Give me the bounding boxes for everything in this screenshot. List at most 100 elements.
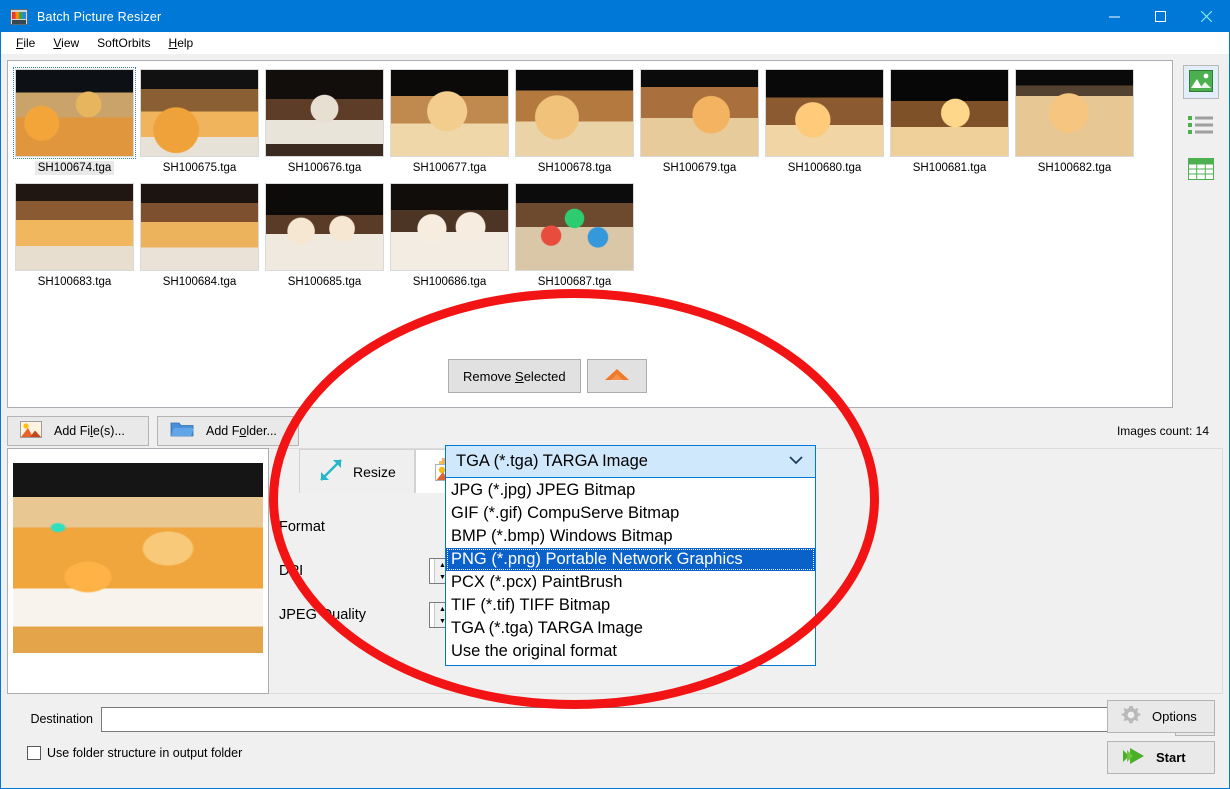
format-option[interactable]: Use the original format bbox=[446, 640, 815, 663]
thumbnail-image bbox=[640, 69, 759, 157]
remove-selected-label: Remove Selected bbox=[463, 369, 566, 384]
thumbnail-image bbox=[390, 183, 509, 271]
start-arrow-icon bbox=[1120, 746, 1146, 769]
tab-resize-label: Resize bbox=[353, 464, 396, 480]
chevron-down-icon[interactable] bbox=[787, 452, 805, 471]
thumbnail-image bbox=[15, 183, 134, 271]
format-combobox-field[interactable]: TGA (*.tga) TARGA Image bbox=[445, 445, 816, 478]
thumbnail-image bbox=[515, 69, 634, 157]
rotate-list-button[interactable] bbox=[587, 359, 647, 393]
thumbnail-filename: SH100686.tga bbox=[410, 275, 490, 289]
use-folder-structure-row[interactable]: Use folder structure in output folder bbox=[27, 746, 1215, 760]
resize-icon bbox=[318, 457, 344, 486]
menu-view[interactable]: View bbox=[44, 34, 88, 52]
close-button[interactable] bbox=[1183, 1, 1229, 32]
options-label: Options bbox=[1152, 709, 1197, 724]
client-area: SH100674.tga SH100675.tga SH100676.tga SH10… bbox=[1, 54, 1229, 788]
thumbnail-view-icon bbox=[1189, 70, 1213, 95]
add-folder-label: Add Folder... bbox=[206, 424, 277, 438]
thumbnail-filename: SH100682.tga bbox=[1035, 161, 1115, 175]
thumbnail-filename: SH100684.tga bbox=[160, 275, 240, 289]
thumbnail-image bbox=[140, 69, 259, 157]
thumbnail-item[interactable]: SH100678.tga bbox=[512, 69, 637, 175]
thumbnail-filename: SH100675.tga bbox=[160, 161, 240, 175]
add-folder-button[interactable]: Add Folder... bbox=[157, 416, 299, 446]
format-option[interactable]: BMP (*.bmp) Windows Bitmap bbox=[446, 525, 815, 548]
format-option[interactable]: PCX (*.pcx) PaintBrush bbox=[446, 571, 815, 594]
destination-input[interactable]: ▼ bbox=[101, 707, 1167, 732]
menu-file[interactable]: File bbox=[7, 34, 44, 52]
minimize-button[interactable] bbox=[1091, 1, 1137, 32]
thumbnail-image bbox=[1015, 69, 1134, 157]
format-combobox[interactable]: TGA (*.tga) TARGA Image JPG (*.jpg) JPEG… bbox=[445, 445, 816, 666]
thumbnail-item[interactable]: SH100681.tga bbox=[887, 69, 1012, 175]
thumbnail-image bbox=[765, 69, 884, 157]
remove-selected-button[interactable]: Remove Selected bbox=[448, 359, 581, 393]
thumbnail-filename: SH100676.tga bbox=[285, 161, 365, 175]
format-option[interactable]: TIF (*.tif) TIFF Bitmap bbox=[446, 594, 815, 617]
thumbnail-item[interactable]: SH100686.tga bbox=[387, 183, 512, 289]
dpi-label: DPI bbox=[279, 563, 429, 579]
thumbnail-image bbox=[515, 183, 634, 271]
thumbnail-item[interactable]: SH100676.tga bbox=[262, 69, 387, 175]
gear-icon bbox=[1120, 704, 1142, 729]
format-option[interactable]: JPG (*.jpg) JPEG Bitmap bbox=[446, 479, 815, 502]
thumbnail-item[interactable]: SH100687.tga bbox=[512, 183, 637, 289]
format-option-list[interactable]: JPG (*.jpg) JPEG BitmapGIF (*.gif) Compu… bbox=[445, 478, 816, 666]
thumbnail-panel[interactable]: SH100674.tga SH100675.tga SH100676.tga SH10… bbox=[7, 60, 1173, 408]
images-count-label: Images count: 14 bbox=[1117, 424, 1223, 438]
use-folder-structure-label: Use folder structure in output folder bbox=[47, 746, 242, 760]
tab-resize[interactable]: Resize bbox=[299, 449, 415, 493]
thumbnail-filename: SH100687.tga bbox=[535, 275, 615, 289]
thumbnail-grid: SH100674.tga SH100675.tga SH100676.tga SH10… bbox=[12, 67, 1168, 295]
thumbnail-item[interactable]: SH100683.tga bbox=[12, 183, 137, 289]
menu-help[interactable]: Help bbox=[160, 34, 203, 52]
jpeg-quality-label: JPEG Quality bbox=[279, 607, 429, 623]
thumbnail-filename: SH100683.tga bbox=[35, 275, 115, 289]
maximize-button[interactable] bbox=[1137, 1, 1183, 32]
add-files-button[interactable]: Add File(s)... bbox=[7, 416, 149, 446]
thumbnail-item[interactable]: SH100680.tga bbox=[762, 69, 887, 175]
format-selected-value: TGA (*.tga) TARGA Image bbox=[456, 452, 787, 471]
thumbnail-row: SH100674.tga SH100675.tga SH100676.tga SH10… bbox=[7, 60, 1223, 408]
thumbnail-item[interactable]: SH100679.tga bbox=[637, 69, 762, 175]
format-option[interactable]: PNG (*.png) Portable Network Graphics bbox=[446, 548, 815, 571]
format-option[interactable]: TGA (*.tga) TARGA Image bbox=[446, 617, 815, 640]
window-title: Batch Picture Resizer bbox=[37, 10, 161, 24]
menu-view-rest: iew bbox=[61, 36, 79, 50]
menu-help-rest: elp bbox=[177, 36, 193, 50]
list-view-button[interactable] bbox=[1183, 109, 1219, 143]
thumbnail-filename: SH100674.tga bbox=[35, 161, 115, 175]
folder-icon bbox=[170, 420, 194, 441]
thumbnail-image bbox=[15, 69, 134, 157]
destination-label: Destination bbox=[15, 712, 93, 726]
thumbnail-item[interactable]: SH100685.tga bbox=[262, 183, 387, 289]
destination-row: Destination ▼ bbox=[15, 702, 1215, 736]
thumbnail-image bbox=[265, 183, 384, 271]
menu-file-rest: ile bbox=[23, 36, 35, 50]
details-view-button[interactable] bbox=[1183, 153, 1219, 187]
thumbnail-filename: SH100680.tga bbox=[785, 161, 865, 175]
start-button[interactable]: Start bbox=[1107, 741, 1215, 774]
thumbnail-image bbox=[390, 69, 509, 157]
rotate-icon bbox=[602, 365, 632, 388]
thumbnail-view-button[interactable] bbox=[1183, 65, 1219, 99]
thumbnail-item[interactable]: SH100675.tga bbox=[137, 69, 262, 175]
add-files-label: Add File(s)... bbox=[54, 424, 125, 438]
thumbnail-filename: SH100681.tga bbox=[910, 161, 990, 175]
menu-softorbits[interactable]: SoftOrbits bbox=[88, 34, 159, 52]
options-button[interactable]: Options bbox=[1107, 700, 1215, 733]
picture-icon bbox=[20, 421, 42, 441]
thumbnail-item[interactable]: SH100684.tga bbox=[137, 183, 262, 289]
list-action-buttons: Remove Selected bbox=[448, 359, 647, 393]
list-view-icon bbox=[1188, 114, 1214, 139]
preview-pane[interactable] bbox=[7, 448, 269, 694]
thumbnail-item[interactable]: SH100674.tga bbox=[12, 69, 137, 175]
details-view-icon bbox=[1188, 158, 1214, 183]
thumbnail-image bbox=[265, 69, 384, 157]
format-option[interactable]: GIF (*.gif) CompuServe Bitmap bbox=[446, 502, 815, 525]
use-folder-structure-checkbox[interactable] bbox=[27, 746, 41, 760]
thumbnail-item[interactable]: SH100677.tga bbox=[387, 69, 512, 175]
thumbnail-image bbox=[890, 69, 1009, 157]
thumbnail-item[interactable]: SH100682.tga bbox=[1012, 69, 1137, 175]
